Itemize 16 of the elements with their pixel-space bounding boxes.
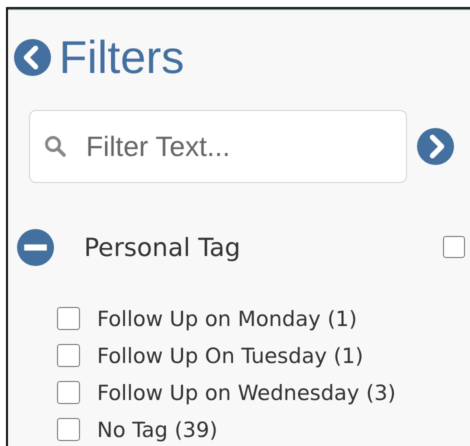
checkbox[interactable] bbox=[57, 381, 80, 404]
collapse-icon[interactable] bbox=[17, 228, 54, 266]
tag-label: No Tag (39) bbox=[97, 418, 218, 442]
back-icon[interactable] bbox=[14, 38, 51, 76]
tag-label: Follow Up on Wednesday (3) bbox=[97, 380, 396, 404]
search-field[interactable]: Filter Text... bbox=[29, 110, 407, 183]
tag-label: Follow Up on Monday (1) bbox=[97, 306, 358, 330]
next-icon[interactable] bbox=[417, 128, 454, 165]
checkbox[interactable] bbox=[57, 307, 80, 330]
search-icon bbox=[43, 134, 67, 158]
tag-label: Follow Up On Tuesday (1) bbox=[97, 344, 364, 368]
group-label: Personal Tag bbox=[84, 232, 242, 262]
checkbox[interactable] bbox=[443, 236, 465, 258]
checkbox[interactable] bbox=[57, 418, 80, 441]
panel-title: Filters bbox=[59, 34, 184, 80]
checkbox[interactable] bbox=[57, 344, 80, 367]
